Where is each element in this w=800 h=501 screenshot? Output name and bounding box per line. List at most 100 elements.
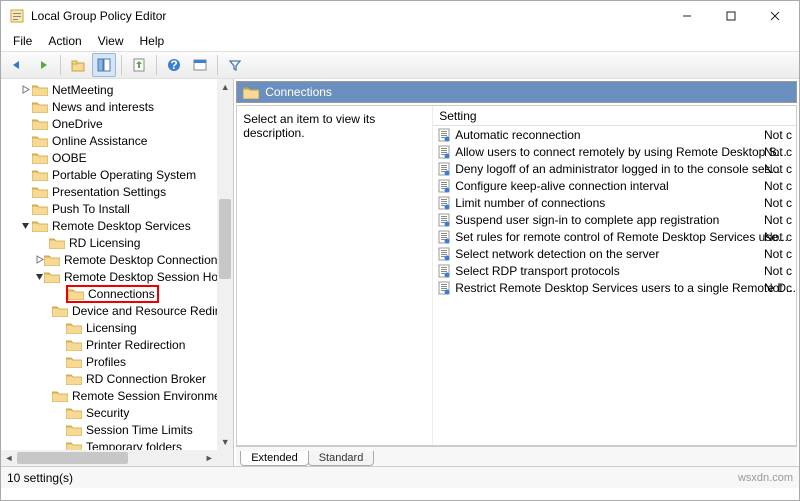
tab-extended[interactable]: Extended bbox=[240, 451, 308, 466]
menu-action[interactable]: Action bbox=[40, 32, 89, 50]
menu-view[interactable]: View bbox=[90, 32, 132, 50]
setting-row[interactable]: Allow users to connect remotely by using… bbox=[433, 143, 796, 160]
setting-row[interactable]: Set rules for remote control of Remote D… bbox=[433, 228, 796, 245]
folder-icon bbox=[66, 406, 82, 419]
tree-item-label: Profiles bbox=[86, 355, 126, 369]
tree-item[interactable]: OneDrive bbox=[1, 115, 217, 132]
tree-horizontal-scrollbar[interactable]: ◄ ► bbox=[1, 450, 217, 466]
chevron-down-icon[interactable] bbox=[35, 272, 44, 281]
tree-item-label: NetMeeting bbox=[52, 83, 113, 97]
tree-item[interactable]: Temporary folders bbox=[1, 438, 217, 450]
setting-row[interactable]: Restrict Remote Desktop Services users t… bbox=[433, 279, 796, 296]
tree-item[interactable]: Device and Resource Redirec bbox=[1, 302, 217, 319]
menu-help[interactable]: Help bbox=[132, 32, 173, 50]
tree-item[interactable]: Remote Desktop Services bbox=[1, 217, 217, 234]
tree-item[interactable]: Printer Redirection bbox=[1, 336, 217, 353]
tree-item[interactable]: Presentation Settings bbox=[1, 183, 217, 200]
properties-button[interactable] bbox=[188, 53, 212, 77]
folder-icon bbox=[66, 338, 82, 351]
tree-pane: NetMeetingNews and interestsOneDriveOnli… bbox=[1, 79, 234, 466]
chevron-right-icon[interactable] bbox=[35, 255, 44, 264]
policy-icon bbox=[437, 230, 451, 244]
tree-vertical-scrollbar[interactable]: ▲ ▼ bbox=[217, 79, 233, 450]
maximize-button[interactable] bbox=[709, 2, 753, 30]
setting-row[interactable]: Deny logoff of an administrator logged i… bbox=[433, 160, 796, 177]
setting-row[interactable]: Select network detection on the server bbox=[433, 245, 796, 262]
column-header-setting[interactable]: Setting bbox=[433, 106, 796, 126]
setting-state: Not c bbox=[764, 279, 796, 296]
scroll-left-icon[interactable]: ◄ bbox=[1, 450, 17, 466]
setting-row[interactable]: Configure keep-alive connection interval bbox=[433, 177, 796, 194]
back-button[interactable] bbox=[5, 53, 29, 77]
tree-item[interactable]: Remote Session Environmen bbox=[1, 387, 217, 404]
folder-icon bbox=[32, 117, 48, 130]
description-column: Select an item to view its description. bbox=[237, 106, 433, 445]
help-button[interactable]: ? bbox=[162, 53, 186, 77]
scroll-down-icon[interactable]: ▼ bbox=[217, 434, 233, 450]
minimize-button[interactable] bbox=[665, 2, 709, 30]
view-tabs: Extended Standard bbox=[236, 446, 797, 466]
setting-label: Automatic reconnection bbox=[455, 128, 580, 142]
tree-item[interactable]: News and interests bbox=[1, 98, 217, 115]
tab-standard[interactable]: Standard bbox=[308, 451, 375, 466]
folder-icon bbox=[32, 219, 48, 232]
setting-state: Not c bbox=[764, 160, 796, 177]
tree-item[interactable]: Profiles bbox=[1, 353, 217, 370]
tree-item[interactable]: OOBE bbox=[1, 149, 217, 166]
chevron-right-icon[interactable] bbox=[18, 85, 32, 94]
menu-file[interactable]: File bbox=[5, 32, 40, 50]
folder-icon bbox=[52, 304, 68, 317]
tree-item[interactable]: Online Assistance bbox=[1, 132, 217, 149]
scroll-thumb[interactable] bbox=[17, 452, 128, 464]
setting-label: Suspend user sign-in to complete app reg… bbox=[455, 213, 719, 227]
tree-item[interactable]: Licensing bbox=[1, 319, 217, 336]
titlebar: Local Group Policy Editor bbox=[1, 1, 799, 31]
setting-state: Not c bbox=[764, 211, 796, 228]
setting-row[interactable]: Limit number of connections bbox=[433, 194, 796, 211]
tree-item-label: Presentation Settings bbox=[52, 185, 166, 199]
export-button[interactable] bbox=[127, 53, 151, 77]
tree-item-label: RD Licensing bbox=[69, 236, 140, 250]
tree-item[interactable]: Push To Install bbox=[1, 200, 217, 217]
tree-item-label: Remote Desktop Services bbox=[52, 219, 191, 233]
settings-list: Setting Automatic reconnectionAllow user… bbox=[433, 106, 796, 445]
details-header: Connections bbox=[236, 81, 797, 103]
scroll-thumb[interactable] bbox=[219, 199, 231, 279]
details-pane: Connections Select an item to view its d… bbox=[234, 79, 799, 466]
tree-item[interactable]: RD Licensing bbox=[1, 234, 217, 251]
filter-button[interactable] bbox=[223, 53, 247, 77]
setting-label: Limit number of connections bbox=[455, 196, 605, 210]
tree-item[interactable]: Security bbox=[1, 404, 217, 421]
tree-item[interactable]: Remote Desktop Connection Cli bbox=[1, 251, 217, 268]
watermark: wsxdn.com bbox=[738, 472, 793, 484]
setting-row[interactable]: Suspend user sign-in to complete app reg… bbox=[433, 211, 796, 228]
tree-item[interactable]: NetMeeting bbox=[1, 81, 217, 98]
scroll-right-icon[interactable]: ► bbox=[201, 450, 217, 466]
toolbar-separator bbox=[60, 55, 61, 75]
column-header-state[interactable] bbox=[764, 106, 796, 126]
nav-tree[interactable]: NetMeetingNews and interestsOneDriveOnli… bbox=[1, 79, 217, 450]
toolbar-separator bbox=[156, 55, 157, 75]
close-button[interactable] bbox=[753, 2, 797, 30]
scroll-up-icon[interactable]: ▲ bbox=[217, 79, 233, 95]
forward-button[interactable] bbox=[31, 53, 55, 77]
folder-icon bbox=[66, 423, 82, 436]
tree-item[interactable]: Portable Operating System bbox=[1, 166, 217, 183]
setting-state: Not c bbox=[764, 228, 796, 245]
setting-row[interactable]: Select RDP transport protocols bbox=[433, 262, 796, 279]
setting-state: Not c bbox=[764, 143, 796, 160]
scrollbar-corner bbox=[217, 450, 233, 466]
column-state: Not cNot cNot cNot cNot cNot cNot cNot c… bbox=[764, 106, 796, 296]
setting-state: Not c bbox=[764, 245, 796, 262]
chevron-down-icon[interactable] bbox=[18, 221, 32, 230]
tree-item[interactable]: RD Connection Broker bbox=[1, 370, 217, 387]
setting-row[interactable]: Automatic reconnection bbox=[433, 126, 796, 143]
show-hide-tree-button[interactable] bbox=[92, 53, 116, 77]
setting-state: Not c bbox=[764, 126, 796, 143]
tree-item[interactable]: Session Time Limits bbox=[1, 421, 217, 438]
folder-icon bbox=[52, 389, 68, 402]
up-button[interactable] bbox=[66, 53, 90, 77]
tree-item[interactable]: Remote Desktop Session Host bbox=[1, 268, 217, 285]
folder-icon bbox=[66, 372, 82, 385]
tree-item[interactable]: Connections bbox=[1, 285, 217, 302]
